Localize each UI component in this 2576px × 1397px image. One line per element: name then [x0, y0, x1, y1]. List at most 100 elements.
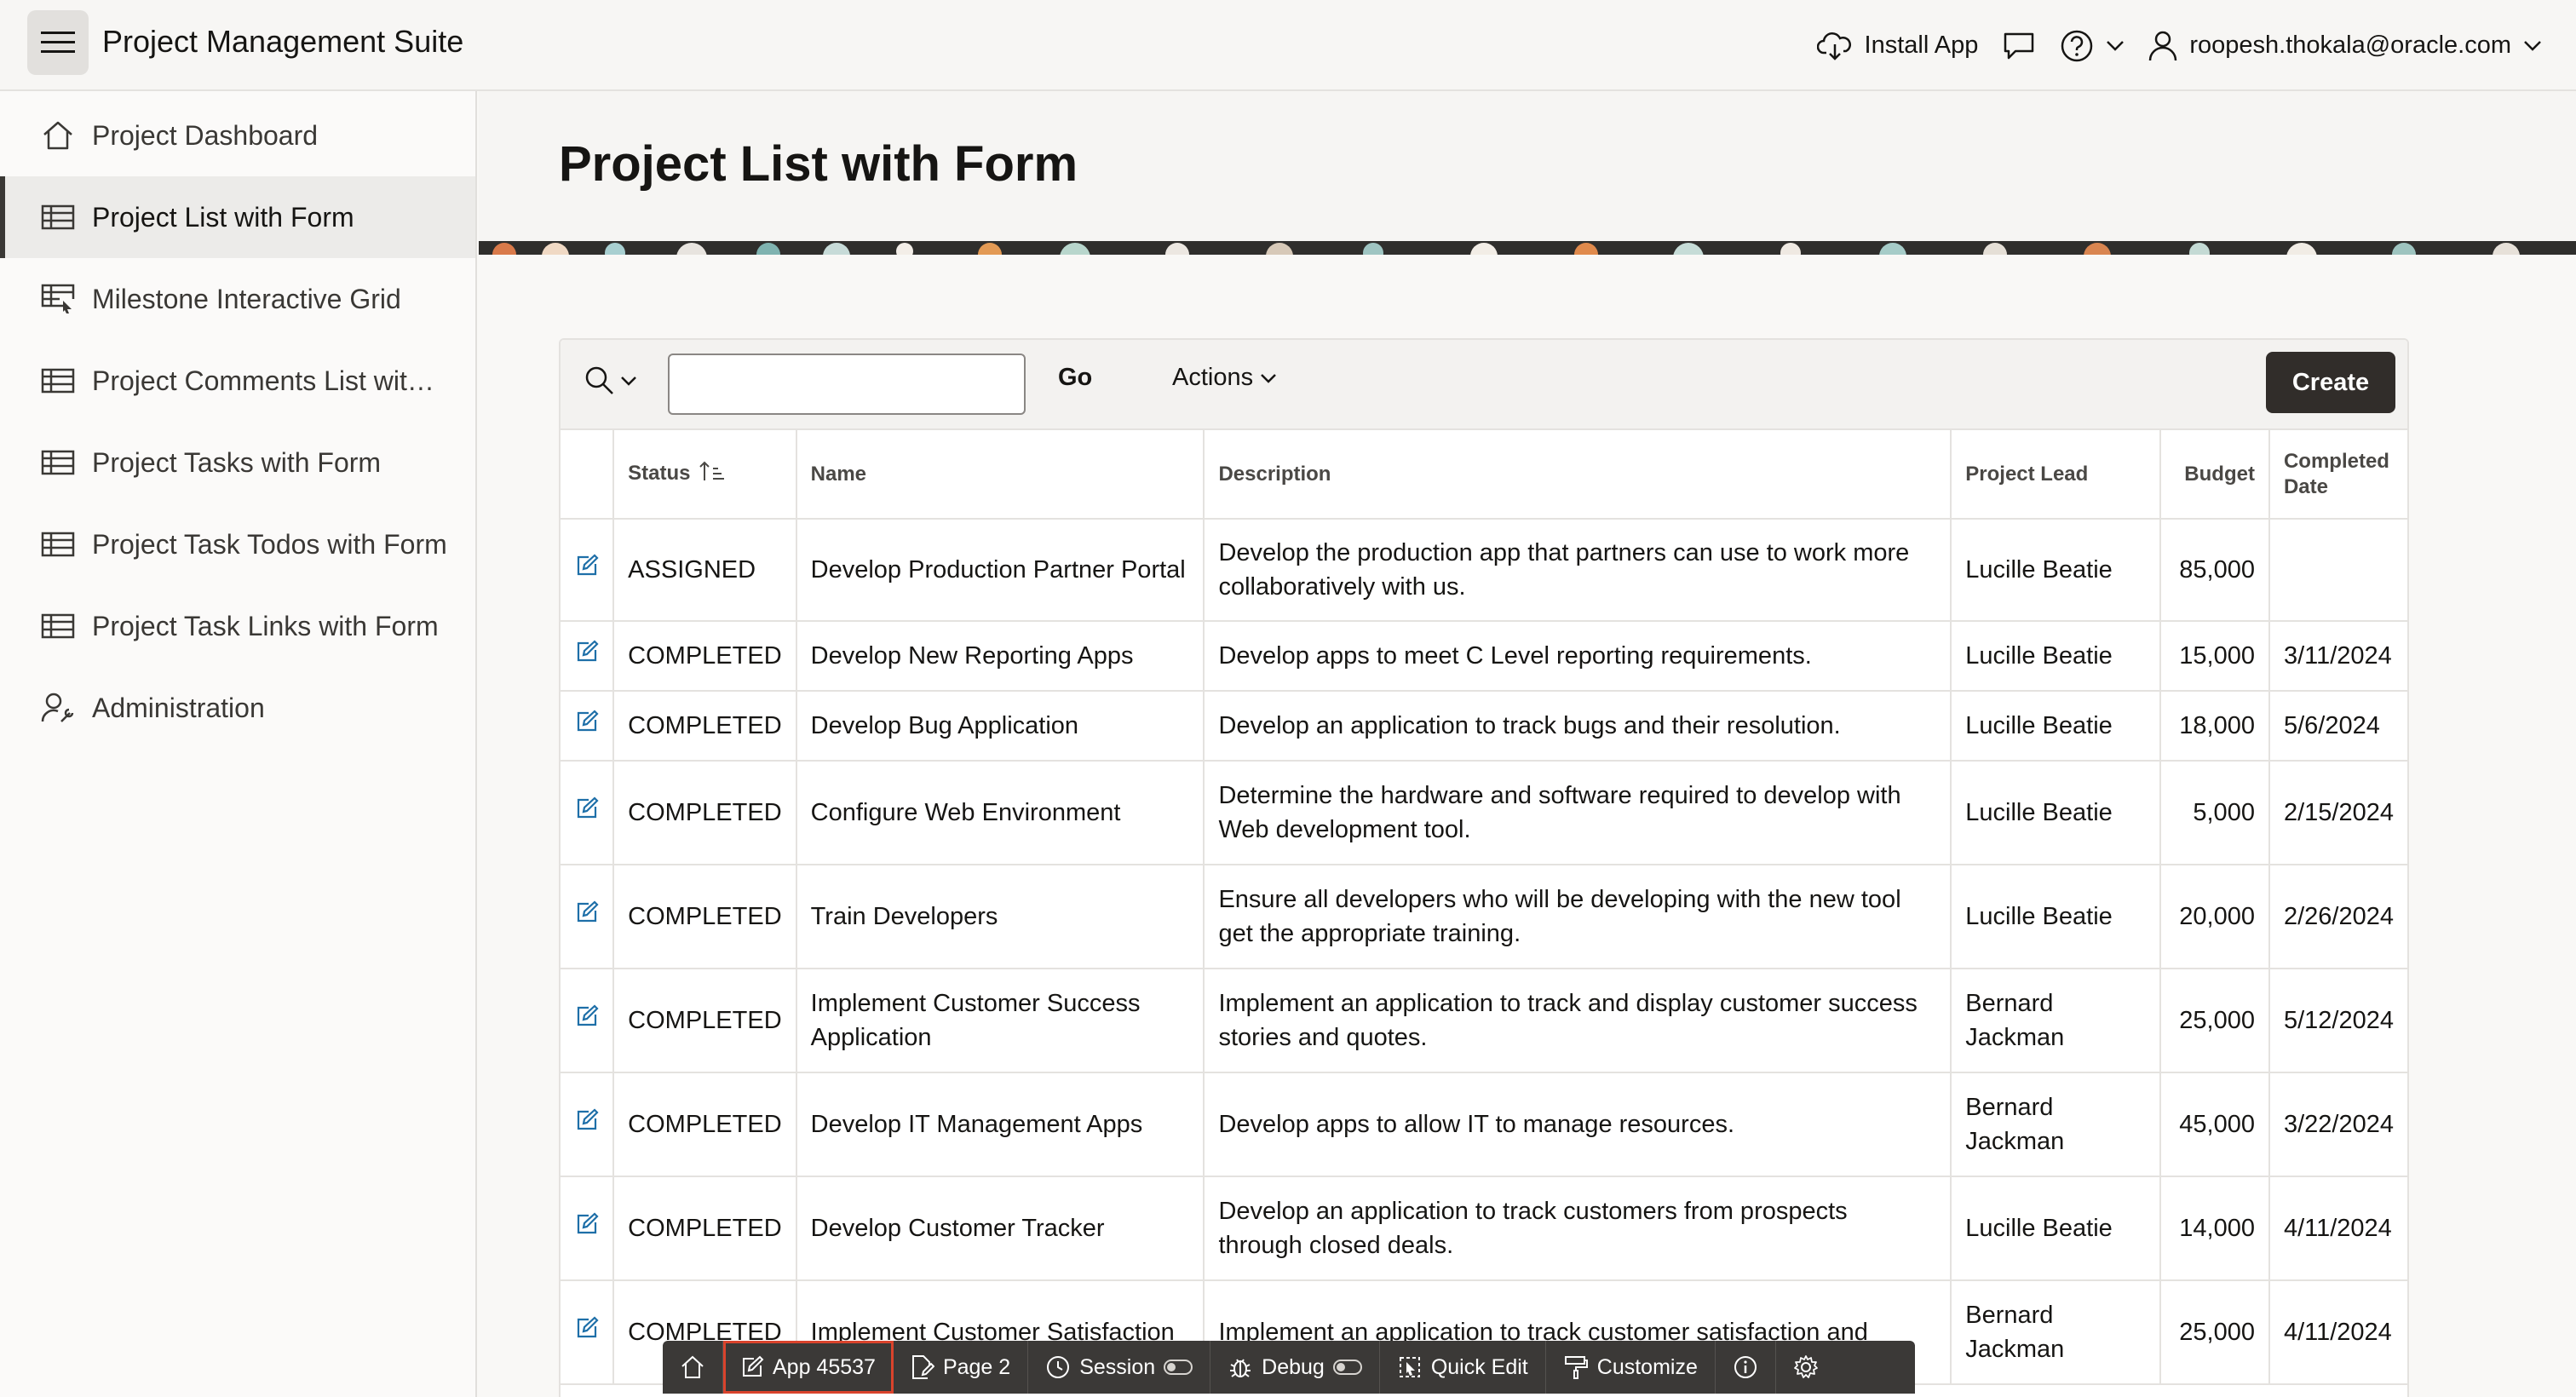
- actions-label: Actions: [1172, 364, 1254, 391]
- paint-roller-icon: [1564, 1356, 1588, 1379]
- cell-project-lead: Bernard Jackman: [1951, 1072, 2162, 1177]
- edit-icon: [575, 1316, 599, 1346]
- dev-session-button[interactable]: Session: [1028, 1341, 1211, 1394]
- cell-status: COMPLETED: [613, 761, 797, 865]
- table-row: COMPLETED Implement Customer Success Appl…: [561, 969, 2407, 1073]
- help-menu-button[interactable]: [2060, 29, 2125, 63]
- table-row: COMPLETED Develop New Reporting Apps Devel…: [561, 621, 2407, 692]
- cell-completed-date: 2/15/2024: [2268, 761, 2407, 865]
- cell-name: Train Developers: [796, 865, 1205, 969]
- dev-debug-button[interactable]: Debug: [1210, 1341, 1380, 1394]
- edit-icon: [575, 1108, 599, 1138]
- sidebar-item-project-task-todos-with-form[interactable]: Project Task Todos with Form: [0, 503, 475, 585]
- search-input[interactable]: [668, 354, 1026, 415]
- go-button[interactable]: Go: [1058, 364, 1092, 392]
- dev-customize-label: Customize: [1596, 1354, 1698, 1379]
- feedback-button[interactable]: [2002, 31, 2036, 61]
- sidebar-item-project-comments-list[interactable]: Project Comments List wit…: [0, 340, 475, 422]
- cell-completed-date: 5/6/2024: [2268, 691, 2407, 762]
- dev-info-button[interactable]: [1716, 1341, 1776, 1394]
- column-header-budget[interactable]: Budget: [2160, 430, 2270, 520]
- sidebar-item-project-tasks-with-form[interactable]: Project Tasks with Form: [0, 422, 475, 503]
- bug-icon: [1230, 1359, 1251, 1377]
- report-region: Go Actions Create Status Name Descriptio…: [559, 338, 2409, 1397]
- cell-name: Develop Bug Application: [796, 691, 1205, 762]
- edit-row-button[interactable]: [561, 1176, 615, 1281]
- column-header-completed-date[interactable]: Completed Date: [2268, 430, 2407, 520]
- edit-row-button[interactable]: [561, 1280, 615, 1385]
- dev-page-button[interactable]: Page 2: [894, 1341, 1029, 1394]
- column-header-name[interactable]: Name: [796, 430, 1205, 520]
- column-header-project-lead[interactable]: Project Lead: [1951, 430, 2162, 520]
- table-icon: [41, 527, 75, 561]
- cell-budget: 85,000: [2160, 519, 2270, 622]
- cell-description: Develop an application to track customer…: [1204, 1176, 1952, 1281]
- sidebar-item-label: Project List with Form: [92, 201, 354, 233]
- table-icon: [41, 446, 75, 480]
- cell-status: ASSIGNED: [613, 519, 797, 622]
- user-menu-button[interactable]: roopesh.thokala@oracle.com: [2148, 30, 2542, 62]
- cell-name: Implement Customer Success Application: [796, 969, 1205, 1073]
- cell-budget: 5,000: [2160, 761, 2270, 865]
- home-icon: [681, 1355, 704, 1378]
- cell-description: Develop apps to meet C Level reporting r…: [1204, 621, 1952, 692]
- sidebar-item-administration[interactable]: Administration: [0, 667, 475, 749]
- cell-description: Develop the production app that partners…: [1204, 519, 1952, 622]
- sidebar-item-label: Project Dashboard: [92, 119, 319, 151]
- cell-budget: 20,000: [2160, 865, 2270, 969]
- edit-icon: [575, 796, 599, 826]
- sidebar-item-label: Project Task Todos with Form: [92, 528, 447, 560]
- dev-settings-button[interactable]: [1776, 1341, 1836, 1394]
- sidebar-item-project-list-with-form[interactable]: Project List with Form: [0, 176, 475, 258]
- menu-toggle-button[interactable]: [27, 10, 89, 75]
- edit-row-button[interactable]: [561, 865, 615, 969]
- search-column-selector[interactable]: [584, 365, 637, 396]
- edit-row-button[interactable]: [561, 1072, 615, 1177]
- app-title[interactable]: Project Management Suite: [102, 24, 463, 60]
- edit-row-button[interactable]: [561, 691, 615, 762]
- cell-name: Develop New Reporting Apps: [796, 621, 1205, 692]
- dev-home-button[interactable]: [663, 1341, 723, 1394]
- edit-icon: [575, 1004, 599, 1034]
- table-row: COMPLETED Develop Customer Tracker Develop…: [561, 1176, 2407, 1281]
- sort-ascending-icon: [698, 460, 725, 488]
- dev-quick-edit-button[interactable]: Quick Edit: [1380, 1341, 1546, 1394]
- column-header-description[interactable]: Description: [1204, 430, 1952, 520]
- sidebar-item-project-dashboard[interactable]: Project Dashboard: [0, 95, 475, 176]
- install-app-button[interactable]: Install App: [1816, 31, 1978, 61]
- cell-name: Develop IT Management Apps: [796, 1072, 1205, 1177]
- edit-row-button[interactable]: [561, 621, 615, 692]
- edit-icon: [575, 1212, 599, 1242]
- dev-debug-label: Debug: [1262, 1354, 1325, 1379]
- table-row: COMPLETED Develop IT Management Apps Devel…: [561, 1072, 2407, 1177]
- cell-project-lead: Lucille Beatie: [1951, 519, 2162, 622]
- dev-customize-button[interactable]: Customize: [1546, 1341, 1716, 1394]
- column-header-status[interactable]: Status: [613, 430, 797, 520]
- developer-toolbar: App 45537 Page 2 Session Debug Quick Edi…: [663, 1341, 1915, 1394]
- cell-name: Develop Customer Tracker: [796, 1176, 1205, 1281]
- hamburger-icon: [41, 32, 75, 53]
- info-icon: [1734, 1356, 1757, 1378]
- actions-menu-button[interactable]: Actions: [1172, 364, 1277, 392]
- edit-row-button[interactable]: [561, 519, 615, 622]
- chevron-down-icon: [2107, 40, 2125, 51]
- table-header-row: Status Name Description Project Lead Bud…: [561, 430, 2407, 520]
- debug-toggle[interactable]: [1332, 1360, 1362, 1375]
- sidebar-item-project-task-links-with-form[interactable]: Project Task Links with Form: [0, 585, 475, 667]
- dev-app-button[interactable]: App 45537: [723, 1341, 894, 1394]
- page-title: Project List with Form: [559, 136, 1078, 192]
- edit-row-button[interactable]: [561, 761, 615, 865]
- create-button[interactable]: Create: [2266, 352, 2395, 413]
- home-icon: [41, 118, 75, 152]
- cell-project-lead: Bernard Jackman: [1951, 969, 2162, 1073]
- edit-column-header: [561, 430, 615, 520]
- chevron-down-icon: [2524, 40, 2541, 51]
- sidebar-item-milestone-interactive-grid[interactable]: Milestone Interactive Grid: [0, 258, 475, 340]
- cell-completed-date: 4/11/2024: [2268, 1280, 2407, 1385]
- session-toggle[interactable]: [1164, 1360, 1193, 1375]
- table-icon: [41, 609, 75, 643]
- edit-row-button[interactable]: [561, 969, 615, 1073]
- cloud-download-icon: [1816, 32, 1851, 60]
- cell-completed-date: 3/11/2024: [2268, 621, 2407, 692]
- cell-description: Implement an application to track and di…: [1204, 969, 1952, 1073]
